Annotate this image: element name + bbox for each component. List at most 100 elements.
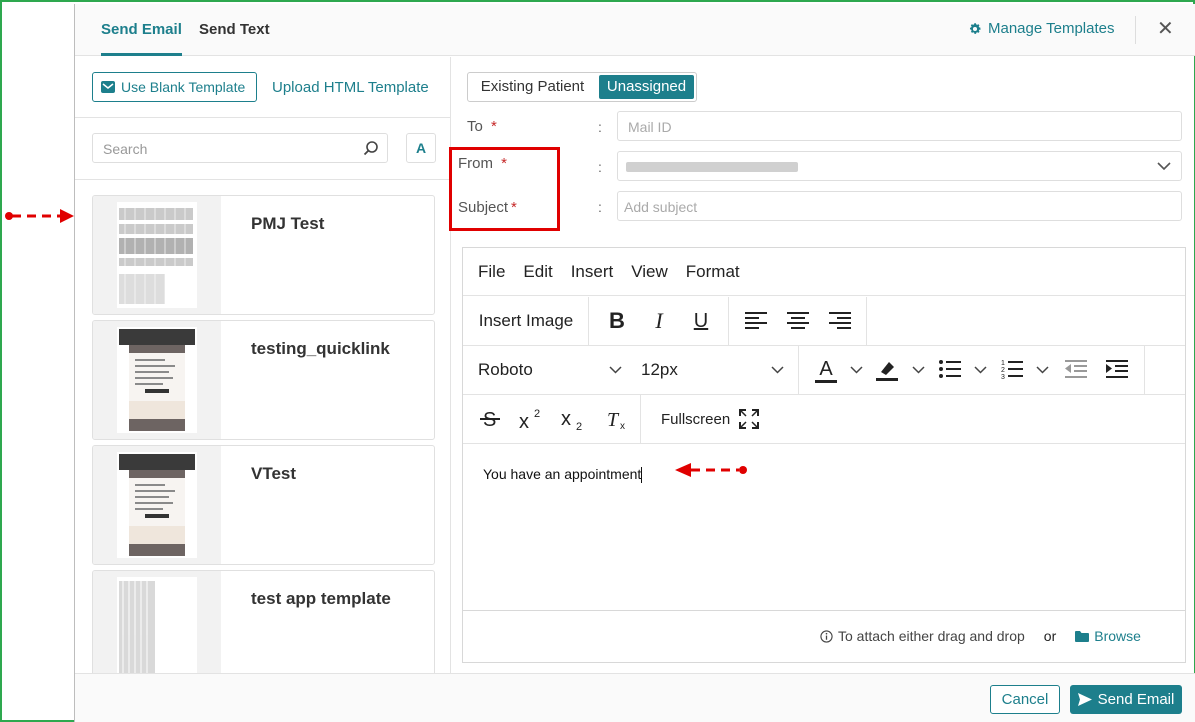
template-card-vtest[interactable]: VTest (92, 445, 435, 565)
insert-image-button[interactable]: Insert Image (463, 297, 589, 345)
use-blank-template-label: Use Blank Template (121, 79, 246, 95)
svg-text:T: T (607, 409, 620, 431)
template-card-test-app-template[interactable]: test app template (92, 570, 435, 673)
folder-icon (1075, 630, 1090, 642)
colon: : (598, 119, 602, 135)
svg-text:3: 3 (1001, 374, 1005, 379)
editor-content[interactable]: You have an appointment (483, 466, 643, 484)
template-list: PMJ Test testing_quicklink VTest test ap… (92, 195, 435, 673)
required-mark: * (491, 118, 497, 135)
toggle-existing-patient[interactable]: Existing Patient (468, 73, 597, 101)
menu-file[interactable]: File (478, 262, 505, 282)
clear-formatting-icon[interactable]: Tx (605, 407, 629, 431)
use-blank-template-button[interactable]: Use Blank Template (92, 72, 257, 102)
highlighter-icon[interactable] (875, 358, 899, 382)
subject-input[interactable]: Add subject (617, 191, 1182, 221)
svg-text:x: x (620, 421, 625, 431)
browse-label: Browse (1094, 628, 1141, 644)
chevron-down-icon[interactable] (912, 366, 925, 374)
toolbar-group: Roboto 12px (463, 346, 799, 394)
close-icon[interactable]: ✕ (1157, 17, 1174, 41)
toolbar-group: Insert Image (463, 297, 589, 345)
template-title: PMJ Test (251, 214, 325, 233)
annotation-arrow-left (5, 209, 74, 223)
template-title: testing_quicklink (251, 339, 390, 358)
font-size-select[interactable]: 12px (641, 346, 678, 394)
bullet-list-icon[interactable] (939, 359, 961, 379)
underline-button[interactable]: U (683, 297, 719, 345)
divider (463, 610, 1185, 611)
attach-or: or (1043, 628, 1057, 644)
menu-insert[interactable]: Insert (571, 262, 614, 282)
menu-edit[interactable]: Edit (523, 262, 552, 282)
gear-icon (969, 22, 981, 34)
subject-placeholder: Add subject (624, 199, 698, 215)
template-card-pmj-test[interactable]: PMJ Test (92, 195, 435, 315)
upload-html-template-link[interactable]: Upload HTML Template (272, 79, 429, 96)
tab-send-email[interactable]: Send Email (101, 4, 182, 56)
attach-hint: To attach either drag and drop (838, 628, 1025, 644)
svg-text:2: 2 (1001, 367, 1005, 374)
manage-templates-link[interactable]: Manage Templates (968, 20, 1114, 37)
toggle-unassigned[interactable]: Unassigned (599, 75, 694, 99)
compose-panel: Existing Patient Unassigned To * : Mail … (449, 57, 1195, 673)
toolbar-row-1: Insert Image B I U (463, 297, 1185, 346)
tab-send-text[interactable]: Send Text (199, 4, 270, 56)
bold-button[interactable]: B (599, 297, 635, 345)
cancel-button[interactable]: Cancel (990, 685, 1060, 714)
dialog-header: Send Email Send Text Manage Templates ✕ (75, 4, 1195, 56)
colon: : (598, 159, 602, 175)
annotation-arrow-right (675, 463, 747, 477)
superscript-icon[interactable]: x2 (519, 407, 545, 431)
align-left-icon[interactable] (745, 311, 767, 329)
send-email-dialog: Send Email Send Text Manage Templates ✕ … (74, 4, 1195, 722)
chevron-down-icon[interactable] (850, 366, 863, 374)
menu-format[interactable]: Format (686, 262, 740, 282)
chevron-down-icon[interactable] (771, 366, 784, 374)
header-divider (1135, 16, 1136, 44)
template-title: VTest (251, 464, 297, 483)
strikethrough-icon[interactable]: S (479, 408, 501, 430)
redacted-sender (626, 162, 798, 172)
template-card-testing-quicklink[interactable]: testing_quicklink (92, 320, 435, 440)
editor-menubar: File Edit Insert View Format (463, 248, 1185, 296)
text-cursor (641, 467, 643, 484)
browse-link[interactable]: Browse (1075, 628, 1141, 644)
attachment-area[interactable]: To attach either drag and drop or Browse (820, 628, 1141, 644)
outdent-icon[interactable] (1065, 360, 1087, 378)
template-title: test app template (251, 589, 391, 608)
numbered-list-icon[interactable]: 123 (1001, 359, 1023, 379)
dialog-footer: Cancel Send Email (75, 673, 1195, 722)
align-center-icon[interactable] (787, 311, 809, 329)
indent-icon[interactable] (1106, 360, 1128, 378)
chevron-down-icon[interactable] (609, 366, 622, 374)
send-icon (1077, 693, 1092, 706)
font-family-select[interactable]: Roboto (478, 346, 533, 394)
fullscreen-button[interactable]: Fullscreen (661, 395, 730, 443)
template-search-input[interactable]: Search (92, 133, 388, 163)
to-field[interactable]: Mail ID (617, 111, 1182, 141)
text-color-button[interactable]: A (815, 357, 837, 383)
chevron-down-icon[interactable] (1036, 366, 1049, 374)
menu-view[interactable]: View (631, 262, 668, 282)
toolbar-row-2: Roboto 12px A 123 (463, 346, 1185, 395)
chevron-down-icon[interactable] (974, 366, 987, 374)
divider (75, 117, 451, 118)
subscript-icon[interactable]: x2 (561, 407, 587, 431)
italic-button[interactable]: I (641, 297, 677, 345)
from-select[interactable] (617, 151, 1182, 181)
template-panel: Use Blank Template Upload HTML Template … (75, 57, 451, 673)
manage-templates-label: Manage Templates (988, 20, 1115, 37)
align-right-icon[interactable] (829, 311, 851, 329)
info-icon (820, 629, 833, 643)
send-email-button[interactable]: Send Email (1070, 685, 1182, 714)
sort-alpha-button[interactable]: A (406, 133, 436, 163)
svg-text:2: 2 (534, 408, 540, 420)
search-icon[interactable] (363, 140, 379, 156)
fullscreen-icon[interactable] (739, 409, 759, 429)
envelope-icon (101, 81, 115, 93)
template-thumbnail (117, 202, 197, 308)
to-label-text: To (467, 118, 483, 135)
divider (75, 179, 451, 180)
chevron-down-icon (1157, 162, 1171, 171)
